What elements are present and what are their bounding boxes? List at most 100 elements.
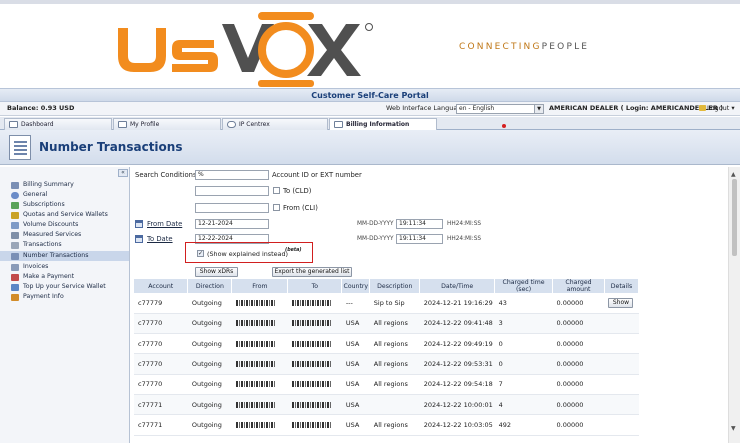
- charged-time-cell: 492: [494, 414, 553, 436]
- scroll-down-icon[interactable]: ▼: [731, 425, 736, 432]
- sidebar-item-billing-summary[interactable]: Billing Summary: [9, 180, 129, 190]
- from-time-input[interactable]: 19:11:34: [396, 219, 443, 229]
- sidebar-item-invoices[interactable]: Invoices: [9, 262, 129, 272]
- show-xdrs-button[interactable]: Show xDRs: [195, 267, 238, 277]
- to-date-label[interactable]: To Date: [147, 235, 173, 243]
- sidebar-item-general[interactable]: General: [9, 190, 129, 200]
- sidebar: « Billing Summary General Subscriptions …: [0, 167, 130, 443]
- from-cli-input[interactable]: [195, 203, 269, 213]
- account-cell: c77771: [134, 394, 188, 416]
- charged-time-cell: 0: [494, 333, 553, 355]
- vertical-scrollbar[interactable]: ▲ ▼: [728, 167, 740, 443]
- redacted-number: [291, 361, 332, 368]
- redacted-number: [235, 361, 276, 368]
- column-header[interactable]: Details: [604, 279, 640, 293]
- column-header[interactable]: Description: [369, 279, 421, 293]
- show-details-button[interactable]: Show: [608, 297, 634, 308]
- sidebar-item-label: Volume Discounts: [23, 221, 79, 228]
- tab-dashboard[interactable]: Dashboard: [4, 118, 112, 130]
- column-header[interactable]: Country: [341, 279, 371, 293]
- beta-label: (beta): [285, 248, 302, 253]
- time-format-hint: HH24:MI:SS: [447, 236, 482, 242]
- discounts-icon: [11, 222, 19, 229]
- collapse-sidebar-button[interactable]: «: [118, 169, 128, 177]
- to-time-input[interactable]: 19:11:34: [396, 234, 443, 244]
- to-cld-checkbox[interactable]: [273, 187, 280, 194]
- column-header[interactable]: Account: [134, 279, 189, 293]
- sidebar-item-quotas[interactable]: Quotas and Service Wallets: [9, 210, 129, 220]
- table-row: c77770 Outgoing USA All regions 2024-12-…: [134, 353, 639, 375]
- show-explained-label: (Show explained instead): [207, 250, 289, 258]
- sidebar-item-subscriptions[interactable]: Subscriptions: [9, 200, 129, 210]
- column-header[interactable]: Direction: [187, 279, 233, 293]
- sidebar-item-payment-info[interactable]: Payment Info: [9, 292, 129, 302]
- language-label: Web Interface Language: [386, 104, 466, 112]
- billing-icon: [334, 121, 343, 128]
- column-header[interactable]: Date/Time: [419, 279, 496, 293]
- country-cell: USA: [341, 313, 370, 335]
- quotas-icon: [11, 212, 19, 219]
- redacted-number: [235, 299, 276, 306]
- page-header: Number Transactions: [0, 130, 740, 165]
- search-conditions-label: Search Conditions: [135, 171, 197, 179]
- tab-billing-information[interactable]: Billing Information: [329, 118, 437, 130]
- time-format-hint: HH24:MI:SS: [447, 221, 482, 227]
- redacted-number: [235, 340, 276, 347]
- logout-link[interactable]: Logout ▾: [699, 102, 735, 115]
- from-cli-checkbox[interactable]: [273, 204, 280, 211]
- description-cell: All regions: [369, 313, 420, 335]
- language-select[interactable]: en - English ▼: [456, 104, 544, 114]
- datetime-cell: 2024-12-21 19:16:29: [419, 293, 495, 314]
- tab-ip-centrex[interactable]: IP Centrex: [222, 118, 328, 130]
- table-row: c77779 Outgoing --- Sip to Sip 2024-12-2…: [134, 293, 639, 314]
- sidebar-item-label: Top Up your Service Wallet: [23, 283, 106, 290]
- description-cell: All regions: [369, 353, 420, 375]
- sidebar-item-measured-services[interactable]: Measured Services: [9, 230, 129, 240]
- from-cell: [231, 313, 288, 335]
- tab-my-profile[interactable]: My Profile: [113, 118, 221, 130]
- datetime-cell: 2024-12-22 10:00:01: [419, 394, 495, 416]
- sidebar-item-transactions[interactable]: Transactions: [9, 240, 129, 250]
- redacted-number: [235, 381, 276, 388]
- account-value: c77770: [138, 339, 163, 348]
- to-cell: [287, 293, 342, 314]
- tab-label: My Profile: [130, 121, 160, 128]
- sidebar-item-volume-discounts[interactable]: Volume Discounts: [9, 220, 129, 230]
- column-header[interactable]: From: [231, 279, 289, 293]
- description-cell: Sip to Sip: [369, 293, 420, 314]
- calendar-icon[interactable]: [135, 220, 143, 228]
- column-header[interactable]: Charged time (sec): [494, 279, 554, 293]
- sidebar-item-number-transactions[interactable]: Number Transactions: [0, 251, 129, 261]
- description-cell: All regions: [369, 333, 420, 355]
- sidebar-item-label: Make a Payment: [23, 273, 75, 280]
- show-explained-checkbox[interactable]: ✓: [197, 250, 204, 257]
- calendar-icon[interactable]: [135, 235, 143, 243]
- from-date-input[interactable]: 12-21-2024: [195, 219, 269, 229]
- main-content: Search Conditions % Account ID or EXT nu…: [131, 167, 728, 443]
- user-info: AMERICAN DEALER ( Login: AMERICANDEALER …: [549, 104, 724, 112]
- redacted-number: [291, 340, 332, 347]
- column-header[interactable]: To: [287, 279, 343, 293]
- column-header[interactable]: Charged amount: [552, 279, 605, 293]
- sidebar-item-top-up-wallet[interactable]: Top Up your Service Wallet: [9, 282, 129, 292]
- sidebar-item-make-payment[interactable]: Make a Payment: [9, 272, 129, 282]
- country-cell: USA: [341, 374, 370, 395]
- to-cld-input[interactable]: [195, 186, 269, 196]
- from-date-label[interactable]: From Date: [147, 220, 182, 228]
- charged-time-cell: 0: [494, 353, 553, 375]
- chevron-down-icon[interactable]: ▼: [534, 105, 543, 113]
- search-conditions-input[interactable]: %: [195, 170, 269, 180]
- red-dot-marker: [502, 124, 506, 128]
- scroll-thumb[interactable]: [732, 179, 737, 256]
- details-cell: [604, 333, 639, 355]
- direction-cell: Outgoing: [187, 374, 232, 395]
- sidebar-item-label: Quotas and Service Wallets: [23, 211, 108, 218]
- datetime-cell: 2024-12-22 09:41:48: [419, 313, 495, 335]
- from-cell: [231, 394, 288, 416]
- account-value: c77770: [138, 319, 163, 328]
- account-value: c77770: [138, 360, 163, 369]
- logout-label: Logout: [707, 104, 730, 112]
- redacted-number: [235, 320, 276, 327]
- export-button[interactable]: Export the generated list: [272, 267, 352, 277]
- scroll-up-icon[interactable]: ▲: [731, 171, 736, 178]
